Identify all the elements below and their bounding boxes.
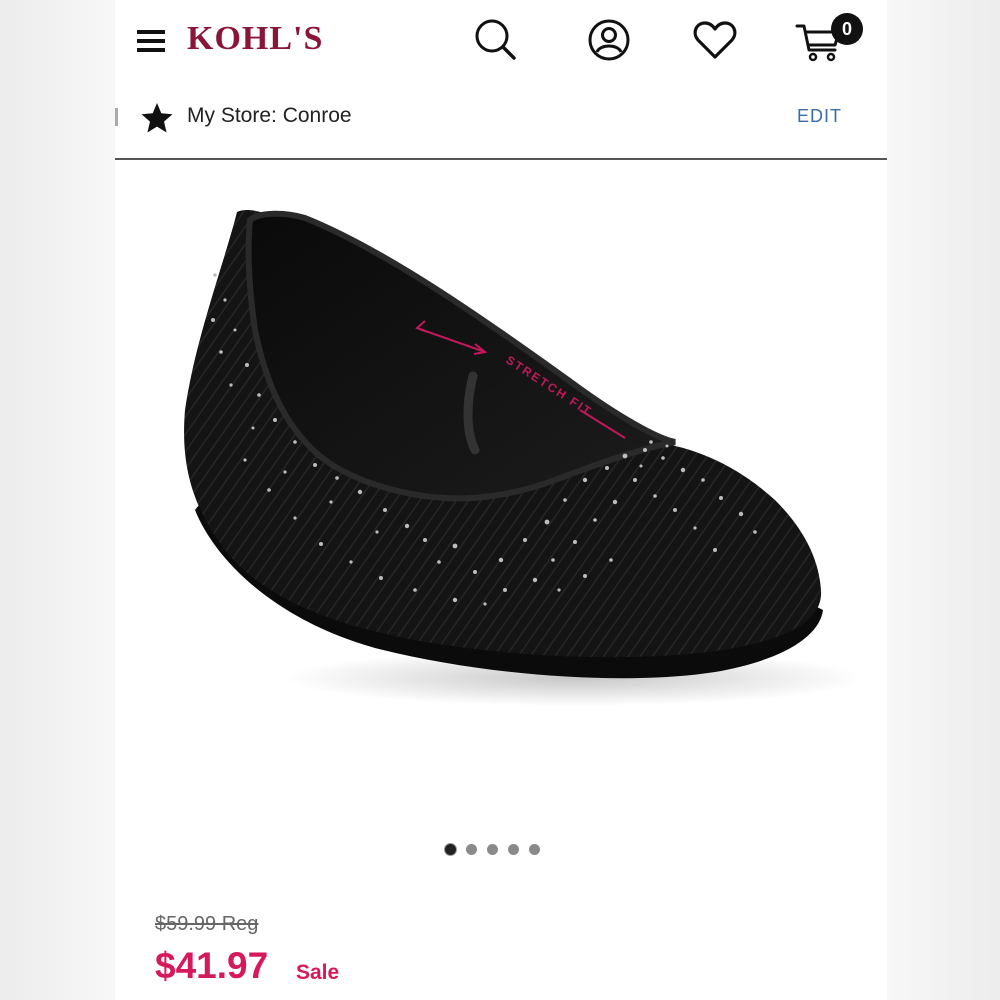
store-label: My Store: Conroe <box>187 104 352 127</box>
star-icon <box>141 103 173 133</box>
cart-count-badge[interactable]: 0 <box>831 13 863 45</box>
carousel-dot-5[interactable] <box>529 844 540 855</box>
sale-price: $41.97 <box>155 945 269 986</box>
my-store-bar: My Store: Conroe EDIT <box>115 84 887 160</box>
carousel-dot-2[interactable] <box>466 844 477 855</box>
kohls-logo[interactable]: KOHL'S <box>187 20 323 58</box>
carousel-dot-1[interactable] <box>445 844 456 855</box>
menu-icon[interactable] <box>137 30 165 52</box>
search-icon[interactable] <box>471 16 519 64</box>
product-page: KOHL'S 0 My Store: Conroe EDIT STRETCH F… <box>115 0 887 1000</box>
carousel-dot-4[interactable] <box>508 844 519 855</box>
store-bar-edge <box>115 108 118 126</box>
heart-icon[interactable] <box>691 16 739 64</box>
sale-label: Sale <box>296 961 340 984</box>
account-icon[interactable] <box>585 16 633 64</box>
site-header: KOHL'S 0 <box>115 0 887 84</box>
product-image[interactable]: STRETCH FIT <box>155 180 855 740</box>
carousel-dot-3[interactable] <box>487 844 498 855</box>
edit-store-link[interactable]: EDIT <box>797 106 842 127</box>
regular-price: $59.99 Reg <box>155 913 259 935</box>
